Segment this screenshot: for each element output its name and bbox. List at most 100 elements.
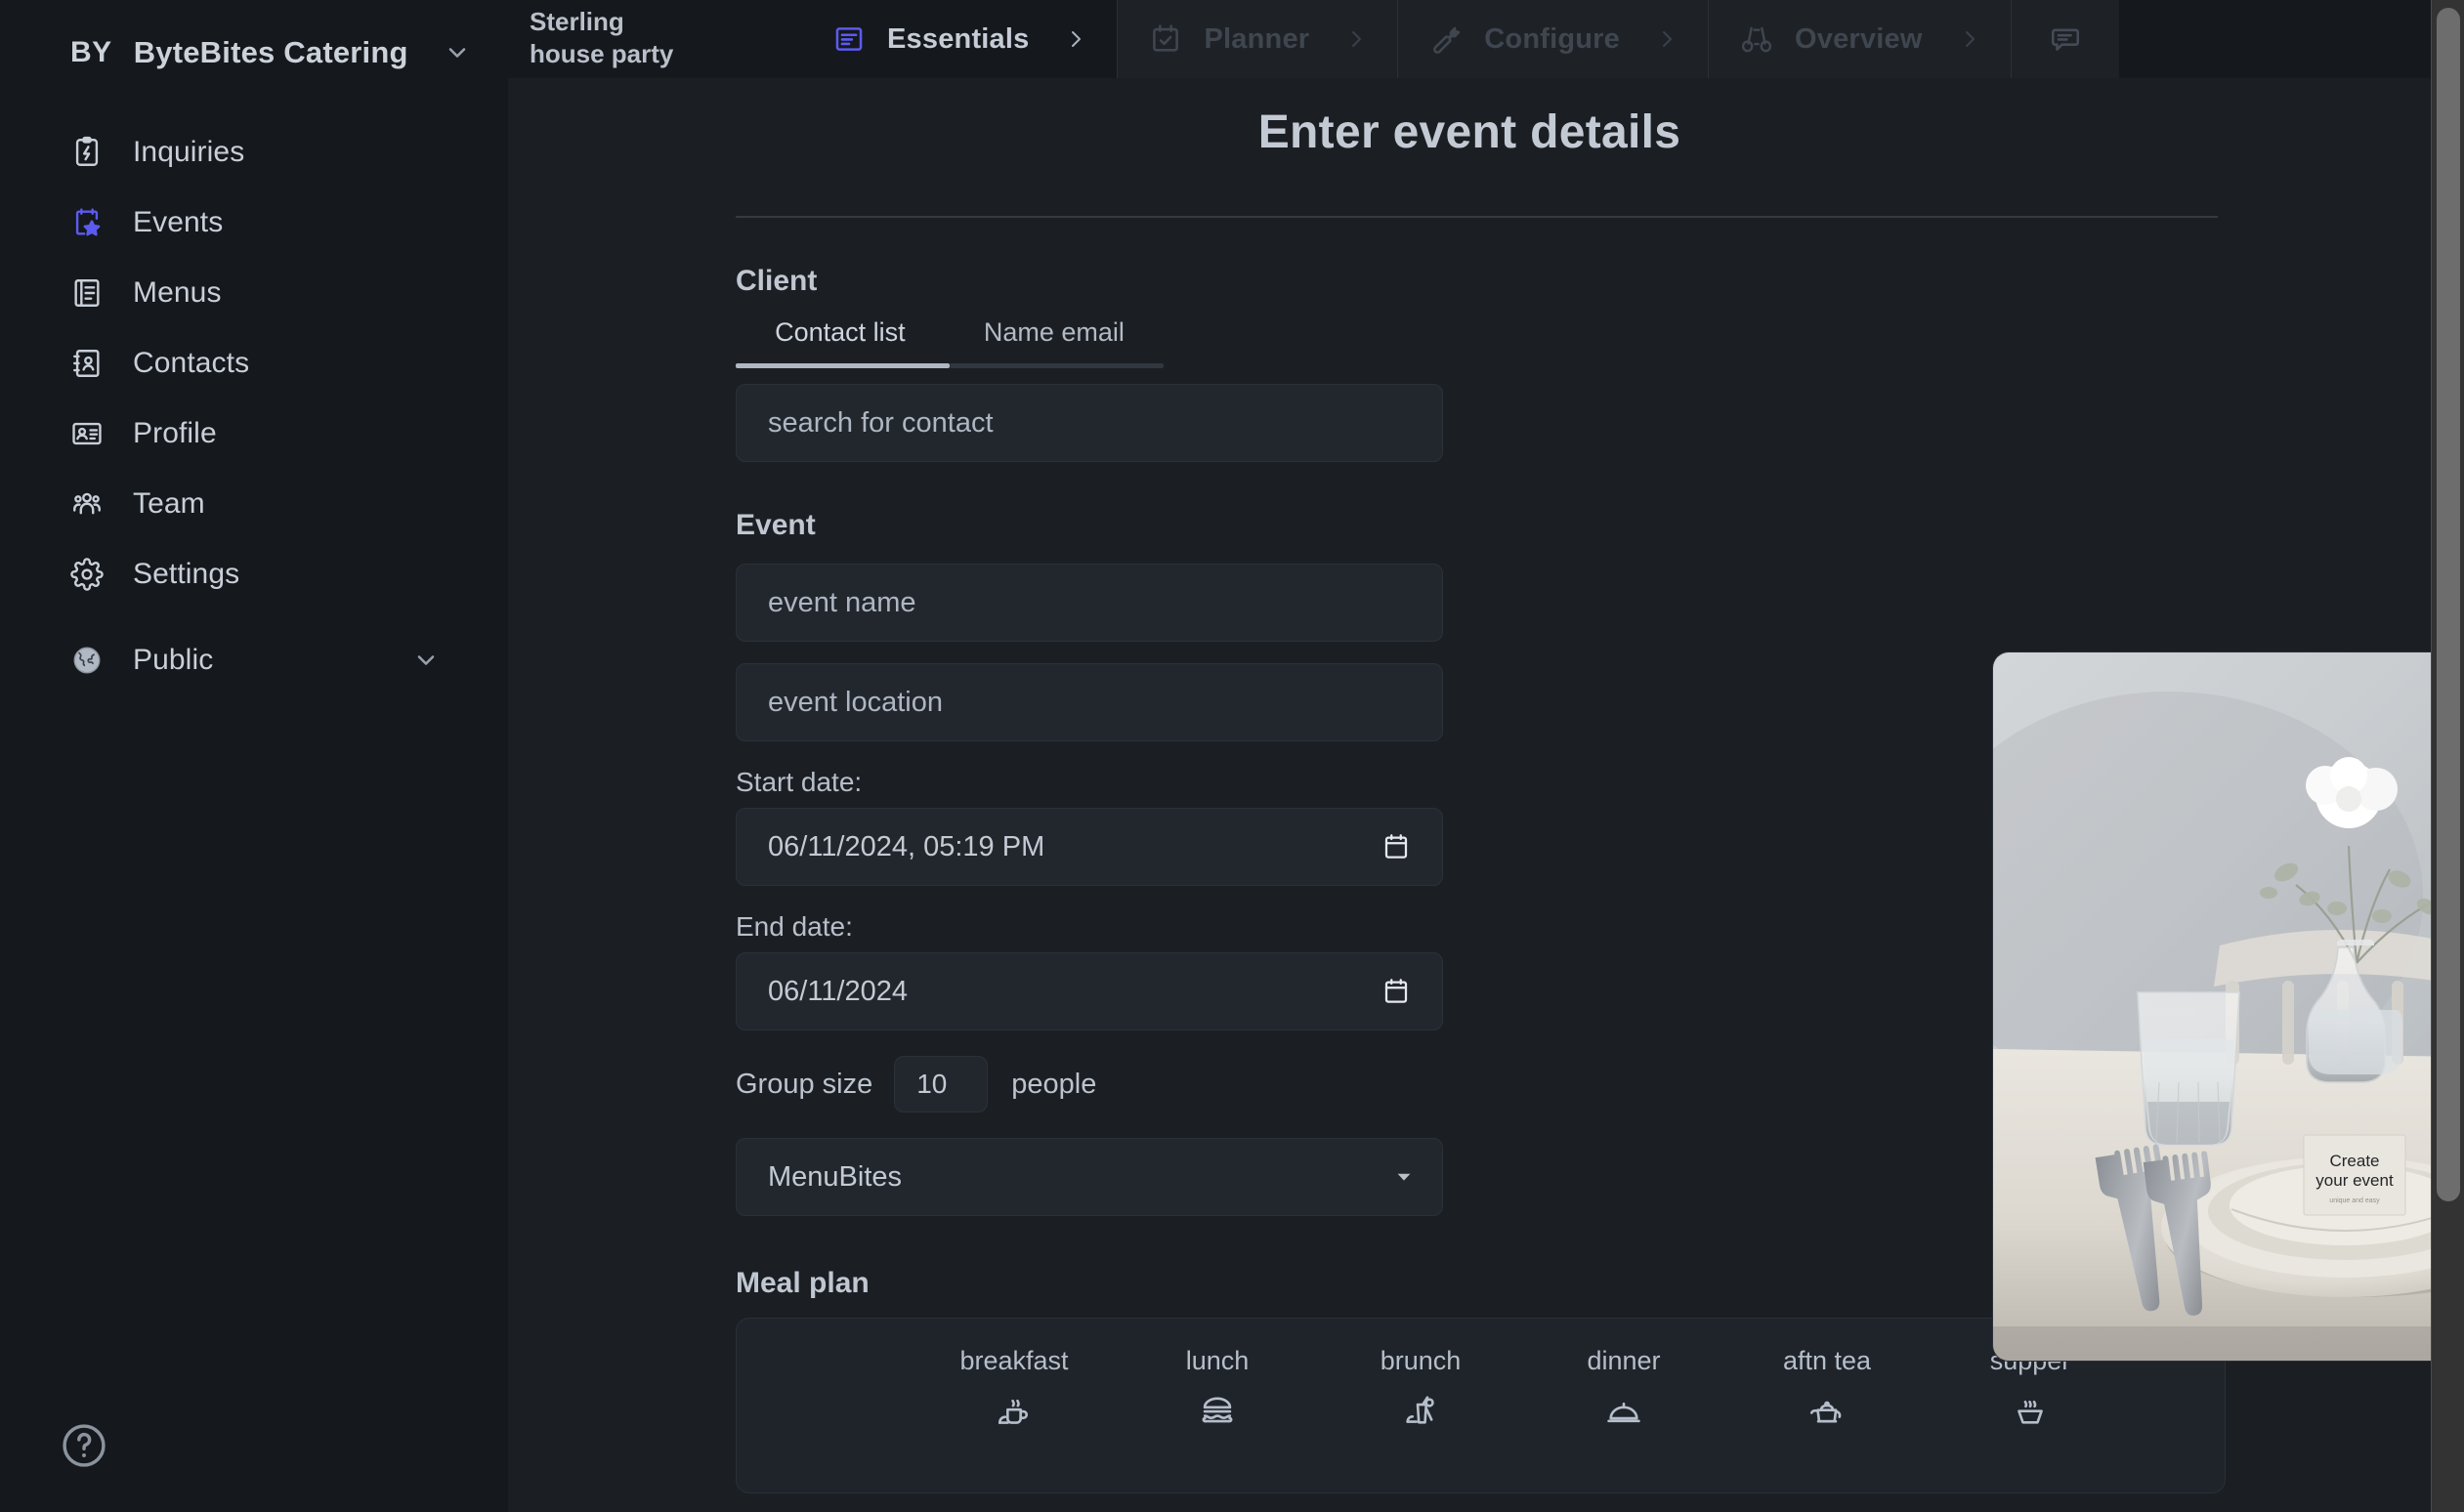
people-icon (68, 485, 106, 523)
sidebar-item-events[interactable]: Events (0, 188, 508, 258)
search-contact-input[interactable]: search for contact (736, 384, 1443, 462)
chevron-down-icon (1393, 1166, 1415, 1188)
menu-select-value: MenuBites (768, 1160, 903, 1193)
sidebar-item-inquiries[interactable]: Inquiries (0, 117, 508, 188)
meal-option-lunch[interactable]: lunch (1116, 1346, 1319, 1435)
group-size-input[interactable]: 10 (894, 1056, 989, 1113)
sidebar-item-profile[interactable]: Profile (0, 399, 508, 469)
event-location-input[interactable]: event location (736, 663, 1443, 741)
meal-option-label: dinner (1587, 1346, 1661, 1375)
sidebar-item-public[interactable]: Public (0, 625, 508, 695)
calendar-check-icon (1147, 21, 1184, 58)
group-size-unit: people (1011, 1068, 1097, 1100)
meal-option-label: aftn tea (1782, 1346, 1872, 1375)
id-badge-icon (68, 415, 106, 452)
sidebar-item-label: Team (133, 487, 205, 520)
tab-essentials[interactable]: Essentials (801, 0, 1117, 78)
tab-label: Essentials (887, 22, 1030, 55)
meal-option-breakfast[interactable]: breakfast (913, 1346, 1116, 1435)
document-lines-icon (830, 21, 868, 58)
sidebar-item-label: Menus (133, 276, 222, 309)
start-date-input[interactable]: 06/11/2024, 05:19 PM (736, 808, 1443, 886)
meal-option-aftn-tea[interactable]: aftn tea (1725, 1346, 1929, 1435)
calendar-picker-icon[interactable] (1381, 976, 1411, 1007)
main-panel: Sterling house party Essentials Planner … (508, 0, 2464, 1512)
tab-label: Planner (1204, 22, 1310, 55)
tab-messages[interactable] (2010, 0, 2119, 78)
meal-option-label: brunch (1380, 1346, 1462, 1375)
end-date-input[interactable]: 06/11/2024 (736, 952, 1443, 1030)
chevron-right-icon (1958, 27, 1981, 51)
contact-card-icon (68, 345, 106, 382)
calendar-picker-icon[interactable] (1381, 831, 1411, 862)
meal-option-label: breakfast (959, 1346, 1069, 1375)
sidebar-item-label: Profile (133, 417, 217, 449)
end-date-value: 06/11/2024 (768, 975, 908, 1007)
event-name-placeholder: event name (768, 586, 916, 618)
search-input-placeholder: search for contact (768, 406, 994, 439)
vertical-scrollbar[interactable] (2431, 0, 2464, 1512)
meal-option-brunch[interactable]: brunch (1319, 1346, 1522, 1435)
sidebar-item-menus[interactable]: Menus (0, 258, 508, 328)
clipboard-lightning-icon (68, 134, 106, 171)
chevron-right-icon (1064, 27, 1087, 51)
brand-initials: BY (70, 36, 112, 68)
hero-card-line1: Create (2329, 1152, 2379, 1170)
client-section-label: Client (736, 265, 818, 297)
sidebar-item-label: Inquiries (133, 136, 245, 168)
group-size-label: Group size (736, 1068, 873, 1100)
juice-glass-icon (1319, 1390, 1522, 1435)
brand-switcher[interactable]: BY ByteBites Catering (0, 0, 508, 70)
hero-card-line2: your event (2315, 1171, 2394, 1190)
sidebar-nav: Inquiries Events Menus Contacts Profile … (0, 117, 508, 695)
tab-overview[interactable]: Overview (1708, 0, 2011, 78)
client-source-tabs: Contact list Name email (736, 308, 1164, 363)
tab-planner[interactable]: Planner (1117, 0, 1398, 78)
content-area: Enter event details Client Contact list … (508, 78, 2464, 1512)
event-location-placeholder: event location (768, 686, 943, 718)
wrench-icon (1427, 21, 1465, 58)
gear-icon (68, 556, 106, 593)
title-divider (736, 216, 2218, 218)
tab-label: Configure (1484, 22, 1620, 55)
sidebar-item-settings[interactable]: Settings (0, 539, 508, 609)
sidebar-item-label: Contacts (133, 347, 250, 379)
tab-configure[interactable]: Configure (1397, 0, 1708, 78)
event-title: Sterling house party (530, 7, 674, 68)
tab-name-email[interactable]: Name email (945, 308, 1164, 363)
help-circle-icon[interactable] (59, 1420, 109, 1471)
meal-option-dinner[interactable]: dinner (1522, 1346, 1725, 1435)
chat-bubble-icon (2047, 21, 2084, 58)
sidebar-item-team[interactable]: Team (0, 469, 508, 539)
sidebar: BY ByteBites Catering Inquiries Events M… (0, 0, 508, 1512)
event-name-input[interactable]: event name (736, 564, 1443, 642)
brand-name: ByteBites Catering (133, 35, 408, 69)
chevron-right-icon (1344, 27, 1368, 51)
teapot-icon (1725, 1390, 1929, 1435)
workflow-tabs: Essentials Planner Configure Overview (801, 0, 2119, 78)
coffee-croissant-icon (913, 1390, 1116, 1435)
tab-indicator-inactive (950, 363, 1164, 368)
binoculars-icon (1738, 21, 1775, 58)
sidebar-item-label: Events (133, 206, 224, 238)
start-date-value: 06/11/2024, 05:19 PM (768, 830, 1045, 862)
book-icon (68, 274, 106, 312)
event-section-label: Event (736, 509, 816, 541)
sidebar-item-label: Public (133, 644, 214, 676)
hero-image: Create your event unique and easy (1993, 652, 2464, 1361)
meal-option-label: lunch (1185, 1346, 1250, 1375)
chevron-right-icon (1655, 27, 1678, 51)
cloche-icon (1522, 1390, 1725, 1435)
tab-contact-list[interactable]: Contact list (736, 308, 945, 363)
tab-label: Overview (1795, 22, 1923, 55)
chevron-down-icon[interactable] (412, 647, 440, 674)
page-title: Enter event details (1257, 106, 1681, 158)
scrollbar-thumb[interactable] (2437, 8, 2460, 1201)
client-tab-rail (736, 363, 1164, 368)
calendar-star-icon (68, 204, 106, 241)
sidebar-item-contacts[interactable]: Contacts (0, 328, 508, 399)
sidebar-item-label: Settings (133, 558, 240, 590)
menu-select[interactable]: MenuBites (736, 1138, 1443, 1216)
tab-indicator-active (736, 363, 950, 368)
top-bar: Sterling house party Essentials Planner … (508, 0, 2464, 78)
